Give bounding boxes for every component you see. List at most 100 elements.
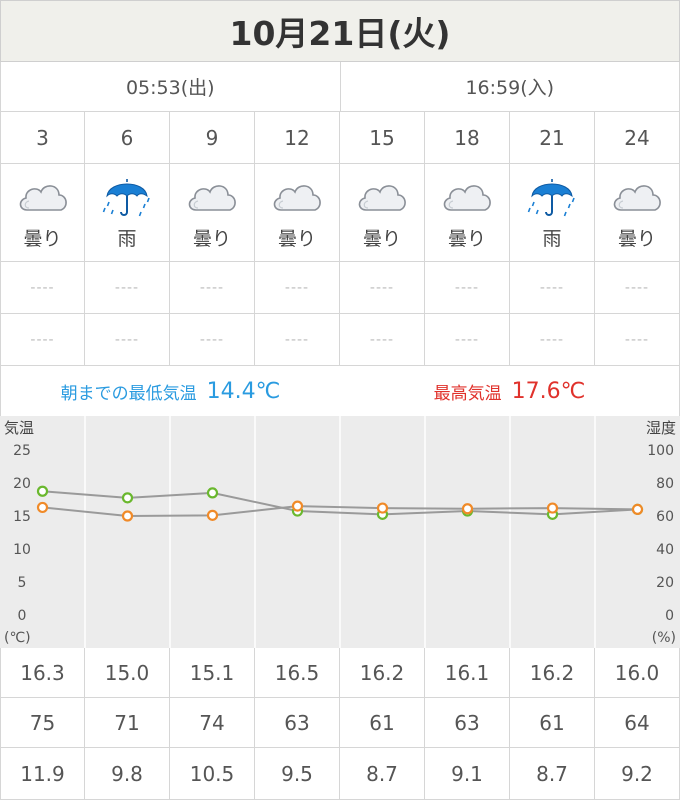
hour-cell: 3 bbox=[0, 112, 85, 164]
temperature-point bbox=[36, 501, 49, 514]
umbrella-rain-icon bbox=[99, 174, 155, 220]
weather-label: 雨 bbox=[542, 228, 562, 250]
cloud-icon bbox=[184, 174, 240, 220]
left-tick-label: 15 bbox=[13, 509, 31, 525]
temperature-cell: 15.0 bbox=[85, 648, 170, 698]
temperature-point bbox=[546, 502, 559, 514]
dash-cell: ---- bbox=[255, 314, 340, 366]
humidity-cell: 63 bbox=[425, 698, 510, 748]
temperature-point bbox=[631, 503, 644, 516]
temperature-cell: 16.1 bbox=[425, 648, 510, 698]
hour-cell: 9 bbox=[170, 112, 255, 164]
hour-cell: 18 bbox=[425, 112, 510, 164]
temperature-row: 16.3 15.0 15.1 16.5 16.2 16.1 16.2 16.0 bbox=[0, 648, 680, 698]
max-temp: 最高気温 17.6℃ bbox=[340, 366, 679, 416]
hour-cell: 21 bbox=[510, 112, 595, 164]
cloud-icon bbox=[15, 174, 71, 220]
humidity-cell: 63 bbox=[255, 698, 340, 748]
cloud-icon bbox=[609, 174, 665, 220]
humidity-point bbox=[121, 492, 134, 504]
weather-cell: 曇り bbox=[255, 164, 340, 262]
dash-cell: ---- bbox=[510, 314, 595, 366]
humidity-point bbox=[206, 487, 219, 499]
right-axis-title: 湿度 bbox=[646, 419, 676, 437]
right-tick-label: 100 bbox=[647, 443, 674, 459]
weather-cell: 雨 bbox=[510, 164, 595, 262]
humidity-cell: 61 bbox=[340, 698, 425, 748]
temperature-cell: 15.1 bbox=[170, 648, 255, 698]
cloud-icon bbox=[354, 174, 410, 220]
third-value-cell: 8.7 bbox=[340, 748, 425, 800]
dash-cell: ---- bbox=[425, 314, 510, 366]
left-axis-title: 気温 bbox=[4, 419, 34, 437]
left-tick-label: 20 bbox=[13, 476, 31, 492]
third-value-cell: 10.5 bbox=[170, 748, 255, 800]
temperature-cell: 16.0 bbox=[595, 648, 680, 698]
weather-row: 曇り 雨 曇り 曇り 曇り 曇り 雨 曇り bbox=[0, 164, 680, 262]
hours-row: 3 6 9 12 15 18 21 24 bbox=[0, 112, 680, 164]
left-tick-label: 0 bbox=[18, 608, 27, 624]
dash-cell: ---- bbox=[595, 314, 680, 366]
third-value-cell: 9.5 bbox=[255, 748, 340, 800]
humidity-cell: 64 bbox=[595, 698, 680, 748]
right-tick-label: 60 bbox=[656, 509, 674, 525]
weather-cell: 曇り bbox=[170, 164, 255, 262]
weather-label: 曇り bbox=[362, 228, 401, 250]
dash-cell: ---- bbox=[255, 262, 340, 314]
weather-label: 雨 bbox=[117, 228, 137, 250]
temperature-cell: 16.5 bbox=[255, 648, 340, 698]
chart-svg: 気温 湿度 25 20 15 10 5 0 100 80 60 40 20 0 (℃) (%) bbox=[0, 416, 680, 648]
weather-label: 曇り bbox=[617, 228, 656, 250]
temperature-cell: 16.2 bbox=[340, 648, 425, 698]
dash-cell: ---- bbox=[340, 314, 425, 366]
date-title: 10月21日(火) bbox=[0, 0, 680, 62]
dash-cell: ---- bbox=[0, 314, 85, 366]
dash-row-2: ---- ---- ---- ---- ---- ---- ---- ---- bbox=[0, 314, 680, 366]
dash-cell: ---- bbox=[595, 262, 680, 314]
min-temp-label: 朝までの最低気温 bbox=[60, 383, 197, 404]
dash-cell: ---- bbox=[170, 314, 255, 366]
hour-cell: 12 bbox=[255, 112, 340, 164]
weather-label: 曇り bbox=[192, 228, 231, 250]
temperature-point bbox=[206, 509, 219, 521]
temperature-humidity-chart: 気温 湿度 25 20 15 10 5 0 100 80 60 40 20 0 (℃) (%) bbox=[0, 416, 680, 648]
dash-cell: ---- bbox=[85, 262, 170, 314]
humidity-row: 75 71 74 63 61 63 61 64 bbox=[0, 698, 680, 748]
min-temp: 朝までの最低気温 14.4℃ bbox=[1, 366, 340, 416]
third-value-cell: 8.7 bbox=[510, 748, 595, 800]
right-tick-label: 0 bbox=[665, 608, 674, 624]
temperature-point bbox=[461, 503, 474, 515]
weather-label: 曇り bbox=[447, 228, 486, 250]
left-tick-label: 10 bbox=[13, 542, 31, 558]
sunset-time: 16:59(入) bbox=[339, 62, 680, 111]
cloud-icon bbox=[269, 174, 325, 220]
humidity-point bbox=[36, 485, 49, 497]
third-value-cell: 9.2 bbox=[595, 748, 680, 800]
cloud-icon bbox=[439, 174, 495, 220]
hour-cell: 6 bbox=[85, 112, 170, 164]
weather-cell: 曇り bbox=[0, 164, 85, 262]
third-value-cell: 9.1 bbox=[425, 748, 510, 800]
humidity-cell: 75 bbox=[0, 698, 85, 748]
weather-label: 曇り bbox=[277, 228, 316, 250]
third-value-cell: 11.9 bbox=[0, 748, 85, 800]
umbrella-rain-icon bbox=[524, 174, 580, 220]
right-tick-label: 20 bbox=[656, 575, 674, 591]
right-tick-label: 80 bbox=[656, 476, 674, 492]
hour-cell: 24 bbox=[595, 112, 680, 164]
dash-cell: ---- bbox=[425, 262, 510, 314]
right-unit-label: (%) bbox=[652, 630, 676, 646]
min-max-temp-row: 朝までの最低気温 14.4℃ 最高気温 17.6℃ bbox=[0, 366, 680, 416]
sun-times-row: 05:53(出) 16:59(入) bbox=[0, 62, 680, 112]
weather-cell: 雨 bbox=[85, 164, 170, 262]
humidity-cell: 61 bbox=[510, 698, 595, 748]
humidity-cell: 71 bbox=[85, 698, 170, 748]
humidity-cell: 74 bbox=[170, 698, 255, 748]
temperature-point bbox=[121, 510, 134, 522]
dash-cell: ---- bbox=[170, 262, 255, 314]
max-temp-value: 17.6℃ bbox=[511, 378, 586, 404]
sunrise-time: 05:53(出) bbox=[125, 77, 215, 99]
weather-cell: 曇り bbox=[595, 164, 680, 262]
hour-cell: 15 bbox=[340, 112, 425, 164]
dash-cell: ---- bbox=[340, 262, 425, 314]
